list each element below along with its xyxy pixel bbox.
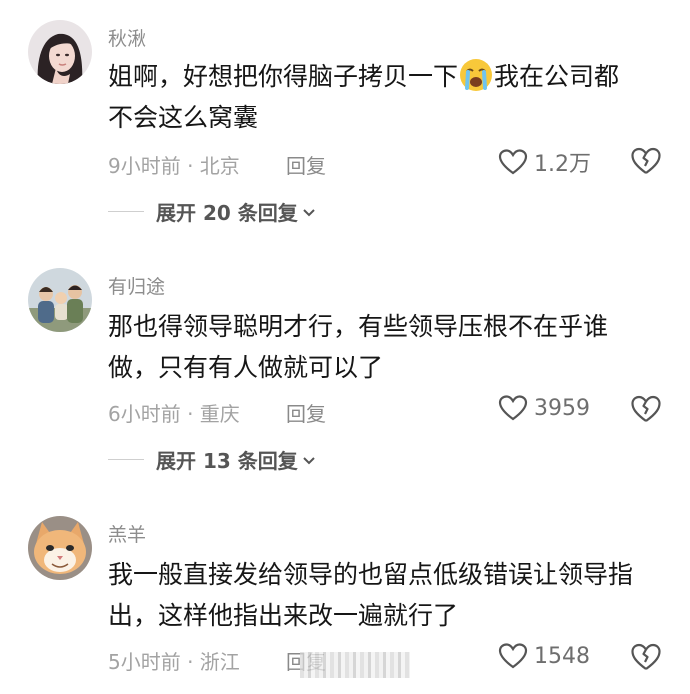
- comment-text: 姐啊，好想把你得脑子拷贝一下 我在公司都 不会这么窝囊: [108, 56, 653, 138]
- loudly-crying-face-emoji: [460, 59, 493, 91]
- like-count: 1.2万: [534, 152, 591, 177]
- like-button[interactable]: 3959: [498, 394, 590, 422]
- heart-outline-icon: [498, 643, 528, 669]
- comment-text-line: 我一般直接发给领导的也留点低级错误让领导指: [108, 560, 634, 589]
- expand-replies-label: 展开 20 条回复: [156, 201, 298, 225]
- chevron-down-icon: [303, 456, 315, 464]
- reply-button[interactable]: 回复: [286, 398, 326, 427]
- divider: [108, 459, 144, 460]
- divider: [108, 211, 144, 212]
- comment-text-part: 我在公司都: [494, 62, 620, 91]
- comment-text-line: 出，这样他指出来改一遍就行了: [108, 601, 459, 630]
- expand-replies-button[interactable]: 展开 20 条回复: [108, 197, 316, 226]
- username[interactable]: 羔羊: [108, 520, 146, 547]
- watermark-blur: [300, 652, 410, 678]
- like-count: 3959: [534, 395, 590, 421]
- time-location: 9小时前 · 北京: [108, 154, 240, 178]
- broken-heart-icon[interactable]: [630, 394, 662, 424]
- username[interactable]: 秋湫: [108, 24, 146, 51]
- like-button[interactable]: 1548: [498, 642, 590, 670]
- avatar[interactable]: [28, 516, 92, 580]
- broken-heart-icon[interactable]: [630, 642, 662, 672]
- comment-text-line: 那也得领导聪明才行，有些领导压根不在乎谁: [108, 312, 609, 341]
- like-button[interactable]: 1.2万: [498, 146, 591, 178]
- expand-replies-button[interactable]: 展开 13 条回复: [108, 445, 316, 474]
- heart-outline-icon: [498, 149, 528, 175]
- like-count: 1548: [534, 643, 590, 669]
- comment-meta: 6小时前 · 重庆 回复: [108, 398, 326, 427]
- comment-meta: 5小时前 · 浙江 回复: [108, 646, 326, 675]
- comment-text-line: 不会这么窝囊: [108, 103, 259, 132]
- comment-text: 那也得领导聪明才行，有些领导压根不在乎谁 做，只有有人做就可以了: [108, 306, 653, 388]
- comment-meta: 9小时前 · 北京 回复: [108, 150, 326, 179]
- expand-replies-label: 展开 13 条回复: [156, 449, 298, 473]
- avatar[interactable]: [28, 20, 92, 84]
- comment-text-line: 做，只有有人做就可以了: [108, 353, 384, 382]
- comment-text-part: 姐啊，好想把你得脑子拷贝一下: [108, 62, 459, 91]
- chevron-down-icon: [303, 208, 315, 216]
- avatar[interactable]: [28, 268, 92, 332]
- username[interactable]: 有归途: [108, 272, 165, 299]
- heart-outline-icon: [498, 395, 528, 421]
- comment-text: 我一般直接发给领导的也留点低级错误让领导指 出，这样他指出来改一遍就行了: [108, 554, 653, 636]
- broken-heart-icon[interactable]: [630, 146, 662, 176]
- reply-button[interactable]: 回复: [286, 150, 326, 179]
- time-location: 5小时前 · 浙江: [108, 650, 240, 674]
- time-location: 6小时前 · 重庆: [108, 402, 240, 426]
